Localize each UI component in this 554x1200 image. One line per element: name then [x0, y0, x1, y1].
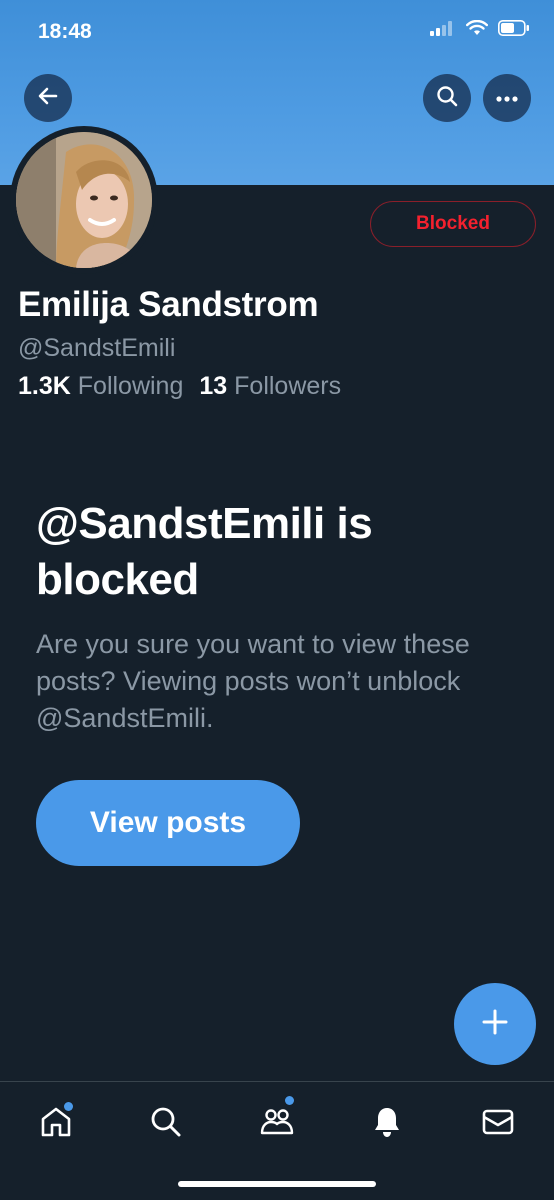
battery-icon	[498, 20, 530, 41]
wifi-icon	[466, 19, 488, 41]
avatar-image	[16, 132, 152, 268]
following-count: 1.3K	[18, 372, 71, 400]
status-icons	[430, 19, 530, 41]
signal-icon	[430, 20, 456, 41]
search-button[interactable]	[423, 74, 471, 122]
status-bar: 18:48	[0, 0, 554, 64]
profile-handle: @SandstEmili	[18, 334, 176, 362]
tab-messages[interactable]	[476, 1102, 520, 1146]
blocked-title: @SandstEmili is blocked	[36, 499, 373, 604]
follow-stats: 1.3K Following 13 Followers	[18, 372, 341, 401]
view-posts-button[interactable]: View posts	[36, 780, 300, 866]
arrow-left-icon	[37, 85, 59, 112]
following-label: Following	[77, 372, 184, 400]
followers-count: 13	[199, 372, 228, 400]
plus-icon	[480, 1007, 510, 1042]
status-time: 18:48	[38, 20, 92, 43]
search-icon	[149, 1105, 183, 1144]
avatar[interactable]	[10, 126, 158, 274]
mail-icon	[481, 1105, 515, 1144]
home-indicator	[178, 1181, 376, 1187]
tab-notifications[interactable]	[365, 1102, 409, 1146]
bell-icon	[370, 1105, 404, 1144]
communities-notification-dot	[285, 1096, 294, 1105]
display-name: Emilija Sandstrom	[18, 285, 319, 324]
search-icon	[436, 85, 458, 112]
more-icon	[496, 89, 518, 107]
compose-button[interactable]	[454, 983, 536, 1065]
blocked-description: Are you sure you want to view these post…	[36, 629, 470, 733]
more-button[interactable]	[483, 74, 531, 122]
followers-link[interactable]: 13 Followers	[199, 372, 341, 401]
home-notification-dot	[64, 1102, 73, 1111]
following-link[interactable]: 1.3K Following	[18, 372, 183, 401]
tab-home[interactable]	[34, 1102, 78, 1146]
blocked-button[interactable]: Blocked	[370, 201, 536, 247]
communities-icon	[259, 1105, 295, 1144]
back-button[interactable]	[24, 74, 72, 122]
followers-label: Followers	[234, 372, 342, 400]
tab-search[interactable]	[144, 1102, 188, 1146]
tab-communities[interactable]	[255, 1096, 299, 1146]
